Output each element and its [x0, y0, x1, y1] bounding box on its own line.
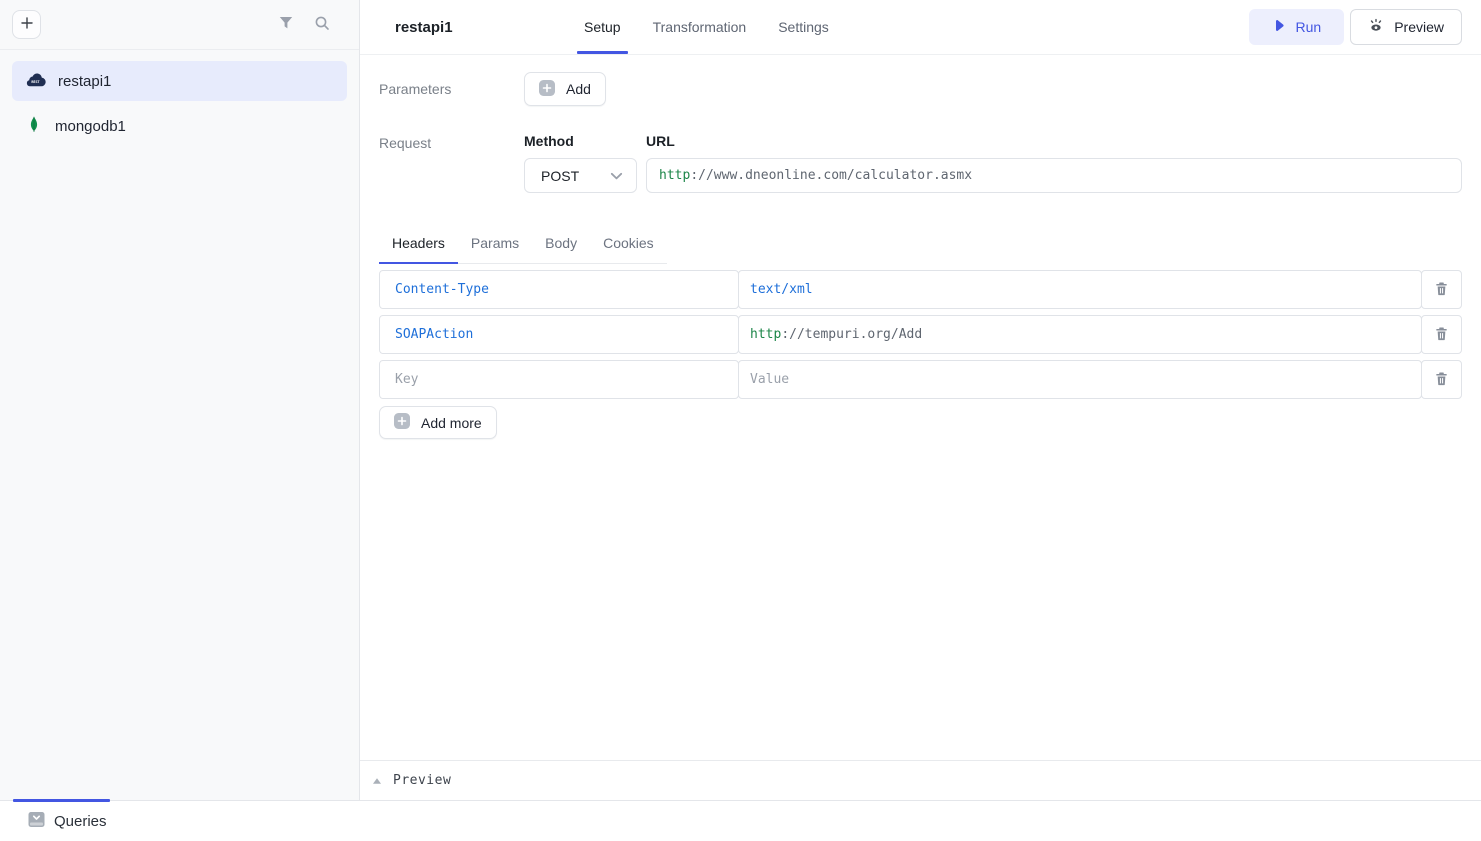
plus-square-icon: [394, 413, 410, 432]
header-value-scheme: http: [750, 327, 781, 342]
preview-button[interactable]: Preview: [1350, 9, 1462, 45]
bottom-bar: Queries: [0, 800, 1481, 841]
sidebar-toolbar: [0, 0, 359, 50]
url-rest: ://www.dneonline.com/calculator.asmx: [690, 168, 972, 183]
chevron-down-icon: [610, 168, 623, 184]
header-actions: Run Preview: [1249, 9, 1462, 45]
add-parameter-label: Add: [566, 81, 591, 97]
preview-label: Preview: [1394, 19, 1444, 35]
setup-form: Parameters Add Request Method POST: [360, 55, 1481, 760]
method-select[interactable]: POST: [524, 158, 637, 193]
tab-body[interactable]: Body: [532, 227, 590, 263]
header-key-editor[interactable]: [379, 360, 739, 399]
url-scheme: http: [659, 168, 690, 183]
editor-tabs: Setup Transformation Settings: [584, 0, 829, 54]
delete-row-button[interactable]: [1421, 360, 1462, 399]
add-more-button[interactable]: Add more: [379, 406, 497, 439]
trash-icon: [1434, 371, 1449, 389]
header-value-editor[interactable]: text/xml: [738, 270, 1422, 309]
sidebar-item-mongodb1[interactable]: mongodb1: [12, 106, 347, 146]
add-more-label: Add more: [421, 415, 482, 431]
header-key-editor[interactable]: SOAPAction: [379, 315, 739, 354]
svg-text:REST: REST: [31, 80, 39, 84]
queries-tab-label: Queries: [54, 813, 107, 830]
filter-icon: [278, 15, 294, 34]
header-key-text: SOAPAction: [395, 327, 473, 342]
sidebar-item-label: restapi1: [58, 73, 111, 90]
query-editor: restapi1 Setup Transformation Settings R…: [360, 0, 1481, 800]
page-title: restapi1: [395, 19, 453, 36]
eye-icon: [1368, 18, 1384, 36]
tab-params[interactable]: Params: [458, 227, 532, 263]
tab-headers[interactable]: Headers: [379, 227, 458, 263]
add-parameter-button[interactable]: Add: [524, 72, 606, 106]
tab-setup[interactable]: Setup: [584, 0, 621, 54]
request-label: Request: [379, 133, 524, 151]
request-section: Request Method POST URL http:: [379, 133, 1462, 193]
queries-tab[interactable]: Queries: [28, 811, 107, 831]
key-input[interactable]: [395, 361, 723, 398]
parameters-section: Parameters Add: [379, 72, 1462, 106]
run-button[interactable]: Run: [1249, 9, 1345, 45]
new-query-button[interactable]: [12, 10, 41, 39]
header-value-text: text/xml: [750, 282, 813, 297]
workspace: REST restapi1 mongodb1 restapi1 Setup Tr: [0, 0, 1481, 800]
query-list: REST restapi1 mongodb1: [0, 50, 359, 800]
rest-api-cloud-icon: REST: [25, 72, 46, 91]
header-row-2: SOAPAction http://tempuri.org/Add: [379, 315, 1462, 354]
method-field: Method POST: [524, 133, 637, 193]
parameters-label: Parameters: [379, 81, 524, 97]
header-value-rest: ://tempuri.org/Add: [781, 327, 922, 342]
search-button[interactable]: [309, 12, 335, 38]
url-input[interactable]: http://www.dneonline.com/calculator.asmx: [646, 158, 1462, 193]
filter-button[interactable]: [273, 12, 299, 38]
tab-settings[interactable]: Settings: [778, 0, 829, 54]
value-input[interactable]: [750, 361, 1410, 398]
delete-row-button[interactable]: [1421, 270, 1462, 309]
header-key-editor[interactable]: Content-Type: [379, 270, 739, 309]
mongodb-leaf-icon: [25, 115, 43, 137]
search-icon: [314, 15, 330, 34]
tab-cookies[interactable]: Cookies: [590, 227, 667, 263]
sidebar-item-restapi1[interactable]: REST restapi1: [12, 61, 347, 101]
queries-pane-icon: [28, 811, 45, 831]
header-row-1: Content-Type text/xml: [379, 270, 1462, 309]
triangle-up-icon: [372, 772, 382, 790]
delete-row-button[interactable]: [1421, 315, 1462, 354]
url-field: URL http://www.dneonline.com/calculator.…: [646, 133, 1462, 193]
method-label: Method: [524, 133, 637, 149]
plus-icon: [20, 16, 34, 33]
plus-square-icon: [539, 80, 555, 99]
trash-icon: [1434, 281, 1449, 299]
header-row-3: [379, 360, 1462, 399]
app-window: REST restapi1 mongodb1 restapi1 Setup Tr: [0, 0, 1481, 841]
preview-panel-label: Preview: [393, 773, 451, 788]
sidebar-item-label: mongodb1: [55, 118, 126, 135]
method-value: POST: [541, 168, 579, 184]
trash-icon: [1434, 326, 1449, 344]
header-key-text: Content-Type: [395, 282, 489, 297]
play-icon: [1272, 19, 1285, 35]
active-tab-indicator: [13, 799, 110, 802]
sidebar: REST restapi1 mongodb1: [0, 0, 360, 800]
run-label: Run: [1296, 19, 1322, 35]
header-value-editor[interactable]: [738, 360, 1422, 399]
url-label: URL: [646, 133, 1462, 149]
kv-tabs: Headers Params Body Cookies: [379, 227, 667, 264]
tab-transformation[interactable]: Transformation: [653, 0, 747, 54]
editor-header: restapi1 Setup Transformation Settings R…: [360, 0, 1481, 55]
response-preview-toggle[interactable]: Preview: [360, 760, 1481, 800]
header-value-editor[interactable]: http://tempuri.org/Add: [738, 315, 1422, 354]
